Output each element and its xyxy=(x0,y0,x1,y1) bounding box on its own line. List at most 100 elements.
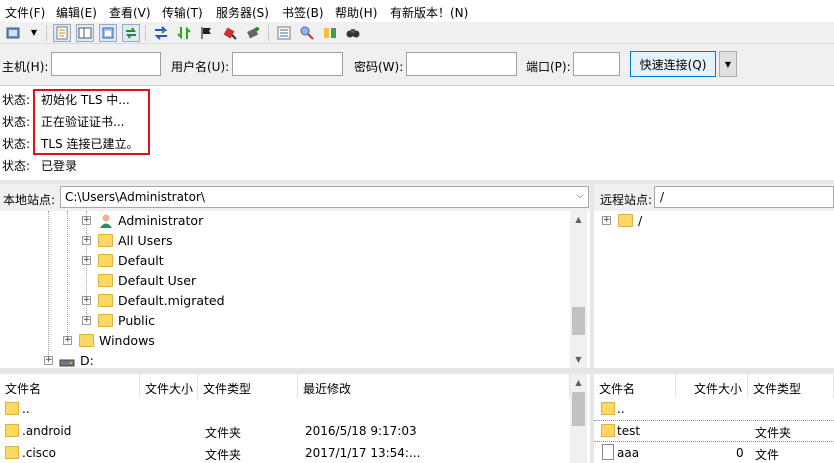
log-label: 状态: xyxy=(2,115,31,129)
quickconnect-button-label: 快速连接(Q) xyxy=(639,57,707,72)
menu-file[interactable]: 文件(F) xyxy=(5,4,45,21)
local-site-bar: 本地站点: C:\Users\Administrator\ ⌵ xyxy=(0,184,590,211)
menu-help[interactable]: 帮助(H) xyxy=(335,4,377,21)
local-file-list: 文件名 ^ 文件大小 文件类型 最近修改 .. .android 文件夹 201… xyxy=(0,374,590,463)
expand-icon[interactable]: + xyxy=(82,256,91,265)
compare-dirs-icon[interactable] xyxy=(321,24,339,42)
menu-transfer[interactable]: 传输(T) xyxy=(162,4,203,21)
tree-item-root[interactable]: + / xyxy=(594,211,834,231)
column-header-name[interactable]: 文件名 xyxy=(0,374,140,398)
username-input[interactable] xyxy=(232,52,343,76)
port-input[interactable] xyxy=(573,52,620,76)
remote-tree: + / xyxy=(594,211,834,368)
local-path-combobox[interactable]: C:\Users\Administrator\ ⌵ xyxy=(60,186,589,208)
expand-icon[interactable]: + xyxy=(82,296,91,305)
table-row[interactable]: .cisco 文件夹 2017/1/17 13:54:... xyxy=(0,442,570,463)
column-header-size[interactable]: 文件大小 xyxy=(140,374,198,398)
user-folder-icon xyxy=(100,214,112,228)
expand-icon[interactable]: + xyxy=(63,336,72,345)
table-row[interactable]: .android 文件夹 2016/5/18 9:17:03 xyxy=(0,420,570,442)
column-header-modified[interactable]: 最近修改 xyxy=(298,374,570,398)
menu-bookmarks[interactable]: 书签(B) xyxy=(282,4,324,21)
tree-item-default[interactable]: + Default xyxy=(0,251,570,271)
table-row[interactable]: .. xyxy=(594,398,834,420)
folder-icon xyxy=(5,446,19,459)
column-header-label: 文件类型 xyxy=(203,382,252,396)
quickconnect-button[interactable]: 快速连接(Q) xyxy=(630,51,716,77)
process-queue-icon[interactable] xyxy=(175,24,193,42)
toolbar-separator xyxy=(46,25,47,41)
file-name: .android xyxy=(22,424,72,438)
sync-browse-icon[interactable] xyxy=(298,24,316,42)
toggle-queue-icon[interactable] xyxy=(122,24,140,42)
host-input[interactable] xyxy=(51,52,161,76)
chevron-down-icon[interactable]: ⌵ xyxy=(576,190,584,201)
quickconnect-bar: 主机(H): 用户名(U): 密码(W): 端口(P): 快速连接(Q) ▼ xyxy=(0,44,834,86)
disconnect-icon[interactable] xyxy=(221,24,239,42)
menu-edit[interactable]: 编辑(E) xyxy=(56,4,97,21)
folder-icon xyxy=(98,234,113,247)
scroll-thumb[interactable] xyxy=(572,307,585,335)
toggle-log-icon[interactable] xyxy=(53,24,71,42)
file-modified: 2016/5/18 9:17:03 xyxy=(305,424,417,438)
folder-icon xyxy=(98,294,113,307)
tree-item-administrator[interactable]: + Administrator xyxy=(0,211,570,231)
expand-icon[interactable]: + xyxy=(82,316,91,325)
local-list-scrollbar[interactable]: ▲ xyxy=(570,374,587,463)
toggle-remote-tree-icon[interactable] xyxy=(99,24,117,42)
expand-icon[interactable]: + xyxy=(602,216,611,225)
column-header-type[interactable]: 文件类型 xyxy=(198,374,298,398)
table-row[interactable]: .. xyxy=(0,398,570,420)
menu-view[interactable]: 查看(V) xyxy=(109,4,151,21)
remote-path-input[interactable]: / xyxy=(654,186,834,208)
tree-item-public[interactable]: + Public xyxy=(0,311,570,331)
tree-item-label: Administrator xyxy=(118,213,204,228)
menu-server[interactable]: 服务器(S) xyxy=(216,4,269,21)
menu-new-version[interactable]: 有新版本！(N) xyxy=(390,4,468,21)
folder-icon xyxy=(5,424,19,437)
remote-site-bar: 远程站点: / xyxy=(594,184,834,211)
tree-item-label: Default.migrated xyxy=(118,293,225,308)
table-row[interactable]: aaa 0 文件 xyxy=(594,442,834,463)
tree-item-label: Default xyxy=(118,253,164,268)
tree-item-all-users[interactable]: + All Users xyxy=(0,231,570,251)
tree-item-windows[interactable]: + Windows xyxy=(0,331,570,351)
local-site-label: 本地站点: xyxy=(3,193,56,207)
dropdown-arrow-icon[interactable]: ▼ xyxy=(28,24,40,42)
tree-item-d-drive[interactable]: + D: xyxy=(0,351,570,368)
scroll-up-icon[interactable]: ▲ xyxy=(570,374,587,391)
cancel-icon[interactable] xyxy=(198,24,216,42)
column-header-label: 文件名 xyxy=(5,382,42,396)
scroll-up-icon[interactable]: ▲ xyxy=(570,211,587,228)
column-header-name[interactable]: 文件名 xyxy=(594,374,676,398)
directory-listing-filter-icon[interactable] xyxy=(275,24,293,42)
search-icon[interactable] xyxy=(344,24,362,42)
port-label: 端口(P): xyxy=(526,60,571,74)
log-text: 已登录 xyxy=(41,159,78,173)
scroll-down-icon[interactable]: ▼ xyxy=(570,351,587,368)
refresh-icon[interactable] xyxy=(152,24,170,42)
folder-icon xyxy=(98,314,113,327)
password-input[interactable] xyxy=(406,52,517,76)
file-size: 0 xyxy=(736,446,744,460)
quickconnect-dropdown-icon[interactable]: ▼ xyxy=(719,51,737,77)
sort-ascending-icon: ^ xyxy=(652,374,660,381)
expand-icon[interactable]: + xyxy=(82,216,91,225)
folder-icon xyxy=(79,334,94,347)
scroll-thumb[interactable] xyxy=(572,392,585,426)
column-header-type[interactable]: 文件类型 xyxy=(748,374,834,398)
file-type: 文件夹 xyxy=(205,448,242,462)
log-label: 状态: xyxy=(2,137,31,151)
expand-icon[interactable]: + xyxy=(82,236,91,245)
local-tree-scrollbar[interactable]: ▲ ▼ xyxy=(570,211,587,368)
tree-item-default-user[interactable]: Default User xyxy=(0,271,570,291)
file-modified: 2017/1/17 13:54:... xyxy=(305,446,421,460)
table-row[interactable]: test 文件夹 xyxy=(594,420,834,442)
site-manager-icon[interactable] xyxy=(4,24,22,42)
toggle-local-tree-icon[interactable] xyxy=(76,24,94,42)
expand-icon[interactable]: + xyxy=(44,356,53,365)
tree-item-default-migrated[interactable]: + Default.migrated xyxy=(0,291,570,311)
file-type: 文件夹 xyxy=(755,426,792,440)
reconnect-icon[interactable] xyxy=(244,24,262,42)
column-header-size[interactable]: 文件大小 xyxy=(676,374,748,398)
